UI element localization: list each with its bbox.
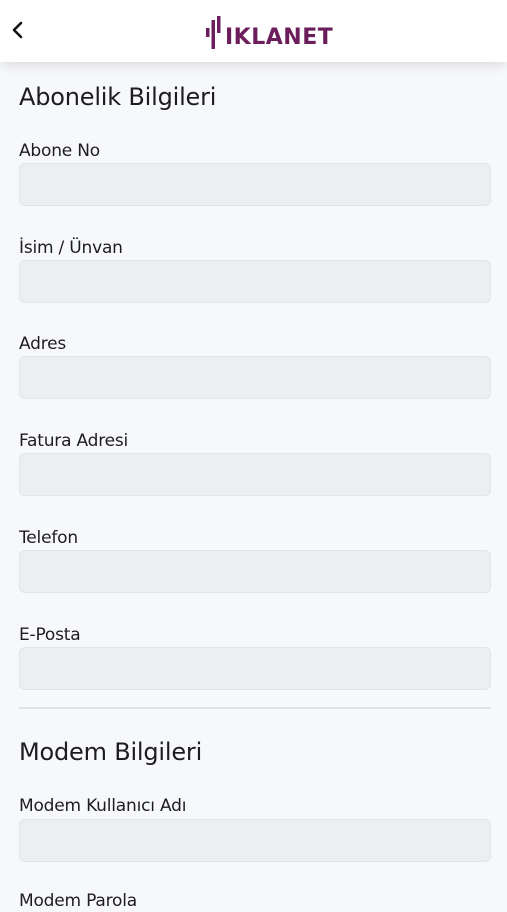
field-label-name-title: İsim / Ünvan	[19, 238, 123, 258]
field-label-billing-address: Fatura Adresi	[19, 431, 129, 451]
section-title-modem: Modem Bilgileri	[19, 738, 203, 766]
brand-name: IKLANET	[225, 25, 334, 50]
chevron-left-icon	[12, 21, 23, 39]
section-title-subscription: Abonelik Bilgileri	[19, 83, 217, 111]
field-label-modem-password: Modem Parola	[19, 891, 137, 911]
phone-input[interactable]	[19, 550, 491, 593]
billing-address-input[interactable]	[19, 453, 491, 496]
section-divider	[19, 707, 491, 709]
field-label-modem-username: Modem Kullanıcı Adı	[19, 796, 187, 816]
email-input[interactable]	[19, 647, 491, 690]
field-label-email: E-Posta	[19, 625, 81, 645]
logo-bars-icon	[206, 16, 221, 49]
back-button[interactable]	[4, 14, 32, 46]
subscriber-no-input[interactable]	[19, 163, 491, 206]
app-header: IKLANET	[0, 0, 507, 62]
address-input[interactable]	[19, 356, 491, 399]
field-label-address: Adres	[19, 334, 67, 354]
field-label-subscriber-no: Abone No	[19, 141, 100, 161]
name-title-input[interactable]	[19, 260, 491, 303]
field-label-phone: Telefon	[19, 528, 78, 548]
brand-logo: IKLANET	[206, 16, 333, 49]
modem-username-input[interactable]	[19, 819, 491, 862]
